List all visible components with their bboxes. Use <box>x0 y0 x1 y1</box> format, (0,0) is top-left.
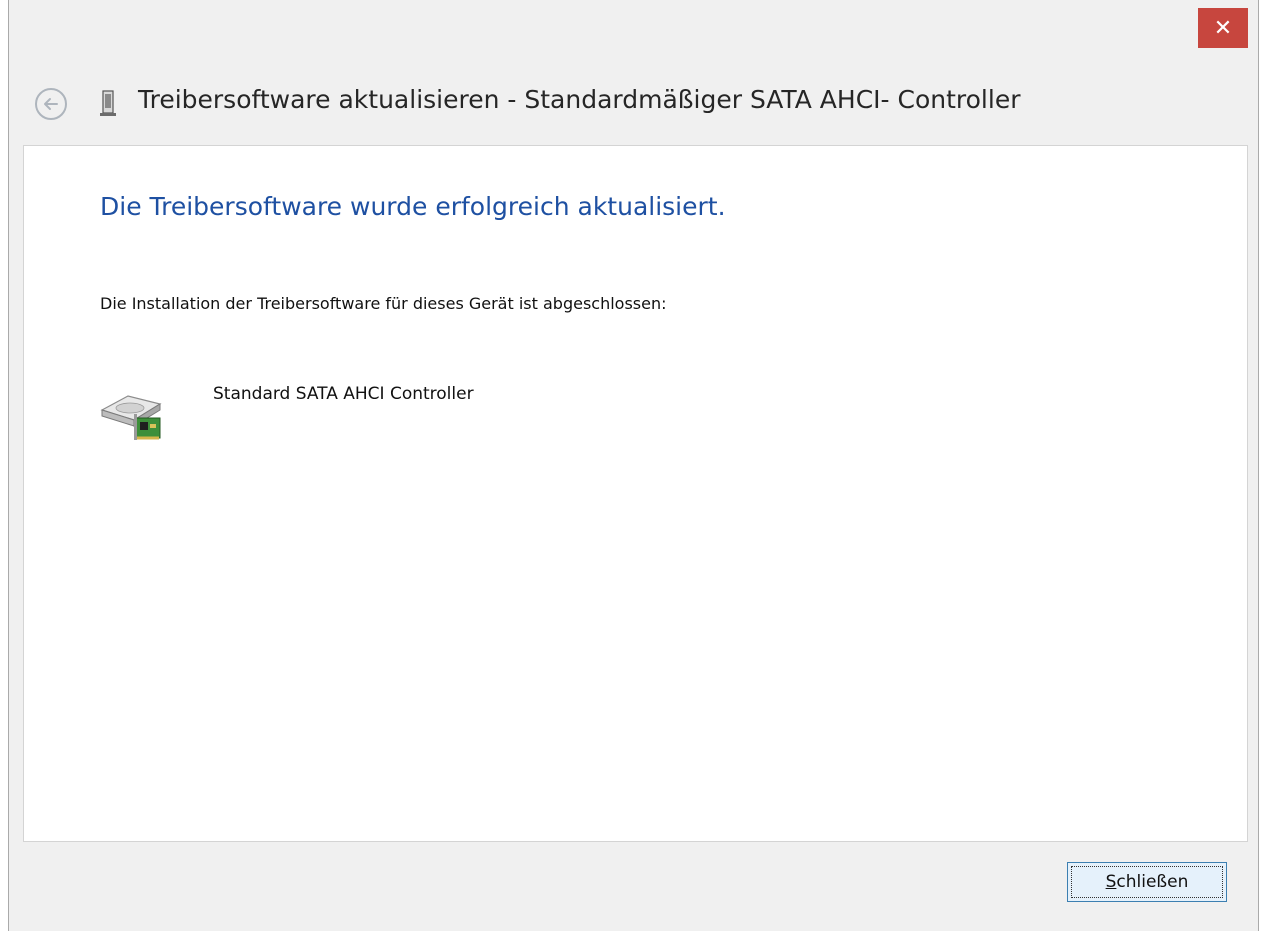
window-close-button[interactable]: ✕ <box>1198 8 1248 48</box>
window-bottom-border <box>9 924 1258 931</box>
disk-controller-icon <box>100 395 162 440</box>
close-icon: ✕ <box>1213 15 1233 41</box>
dialog-footer: Schließen <box>23 842 1248 924</box>
close-dialog-button[interactable]: Schließen <box>1067 862 1227 902</box>
back-arrow-icon <box>44 98 58 110</box>
back-button[interactable] <box>35 88 67 120</box>
device-manager-icon <box>100 90 116 116</box>
close-button-label: chließen <box>1116 872 1189 892</box>
success-heading: Die Treibersoftware wurde erfolgreich ak… <box>100 192 726 221</box>
completion-description: Die Installation der Treibersoftware für… <box>100 294 667 313</box>
window-title: Treibersoftware aktualisieren - Standard… <box>138 85 1021 114</box>
dialog-window: ✕ Treibersoftware aktualisieren - Standa… <box>8 0 1259 931</box>
content-panel: Die Treibersoftware wurde erfolgreich ak… <box>23 145 1248 842</box>
close-button-mnemonic: S <box>1105 872 1117 892</box>
device-name: Standard SATA AHCI Controller <box>213 384 474 404</box>
